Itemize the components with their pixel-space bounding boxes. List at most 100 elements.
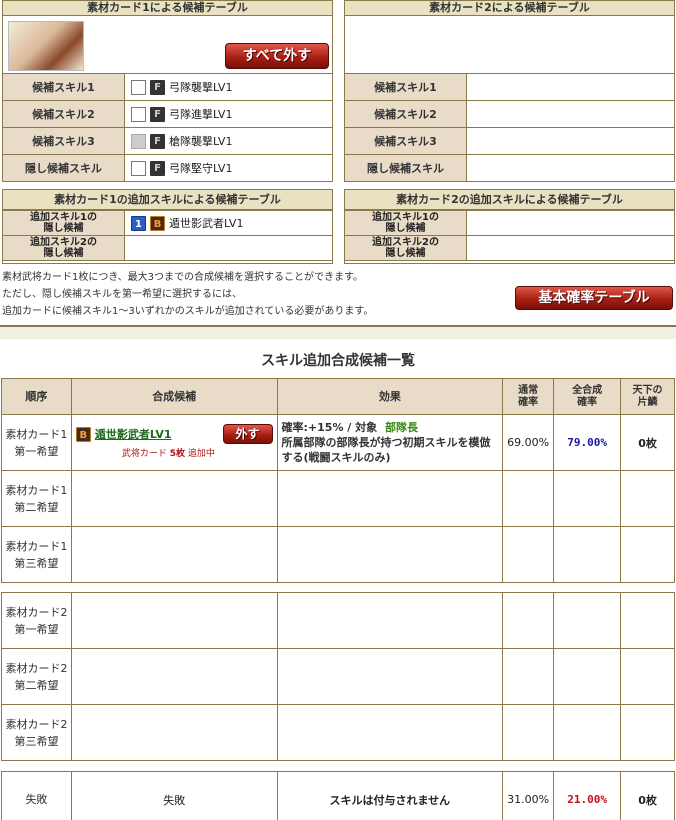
fail-normal-rate: 31.00% [502,771,555,820]
candidate-slot [70,470,278,527]
add-skill-number-badge: 1 [131,215,146,231]
header-normal-rate: 通常 確率 [502,378,555,415]
card1-skill3-checkbox [131,133,146,149]
card2-candidate-panel: 素材カード2による候補テーブル 候補スキル1 候補スキル2 候補スキル3 隠し候… [344,0,675,182]
card2-skill2-label: 候補スキル2 [344,100,467,128]
card1-add2-slot [124,235,333,261]
card1-skill1-label: 候補スキル1 [2,73,125,101]
row-order: 素材カード1 第一希望 [1,414,72,471]
note-line: 追加カードに候補スキル1〜3いずれかのスキルが追加されている必要があります。 [2,306,374,317]
card1-add1-hidden-label: 追加スキル1の 隠し候補 [2,210,125,236]
table-row: 素材カード2 第二希望 [1,648,675,705]
normal-rate-slot [502,592,555,649]
candidate-slot [70,648,278,705]
card1-skill3-name: 槍隊襲撃LV1 [169,135,233,148]
total-rate-slot [553,648,622,705]
list-title: スキル追加合成候補一覧 [261,353,415,369]
effect-rate: 確率:+15% / 対象 [281,421,378,434]
tenka-slot [620,592,675,649]
fail-effect: スキルは付与されません [276,771,504,820]
remove-all-button[interactable]: すべて外す [225,43,329,69]
added-cards-count: 5枚 [169,449,186,459]
rank-f-icon: F [150,106,165,122]
selection-notes: 素材武将カード1枚につき、最大3つまでの合成候補を選択することができます。 ただ… [2,270,502,319]
card1-panel-title: 素材カード1による候補テーブル [3,1,332,16]
card1-skill2-checkbox[interactable] [131,106,146,122]
candidate-slot [70,704,278,761]
total-rate: 79.00% [553,414,622,471]
table-row: 素材カード1 第一希望 B 遁世影武者LV1 武将カード 5枚 追加中 外す 確率… [1,414,675,471]
card1-additional-panel: 素材カード1の追加スキルによる候補テーブル 追加スキル1の 隠し候補 1 B 遁世影… [2,189,333,264]
card1-skill1-name: 弓隊襲撃LV1 [169,81,233,94]
table-row: 素材カード1 第二希望 [1,470,675,527]
section-divider [0,325,676,339]
normal-rate-slot [502,470,555,527]
candidate-skill-link[interactable]: 遁世影武者LV1 [95,428,172,441]
card1-add1-skill-name: 遁世影武者LV1 [169,217,244,230]
normal-rate-slot [502,526,555,583]
card2-add2-hidden-label: 追加スキル2の 隠し候補 [344,235,467,261]
row-order: 素材カード1 第三希望 [1,526,72,583]
card1-additional-title: 素材カード1の追加スキルによる候補テーブル [3,190,332,210]
tenka-slot [620,526,675,583]
row-order: 素材カード1 第二希望 [1,470,72,527]
card1-add2-hidden-label: 追加スキル2の 隠し候補 [2,235,125,261]
row-order: 素材カード2 第一希望 [1,592,72,649]
table-row: 素材カード2 第三希望 [1,704,675,761]
tenka-slot [620,470,675,527]
fail-candidate: 失敗 [70,771,278,820]
table-row: 素材カード1 第三希望 [1,526,675,583]
card1-hidden-skill-label: 隠し候補スキル [2,154,125,182]
effect-slot [276,592,504,649]
effect-slot [276,470,504,527]
fail-tenka-count: 0枚 [620,771,675,820]
card2-additional-panel: 素材カード2の追加スキルによる候補テーブル 追加スキル1の 隠し候補 追加スキル… [344,189,675,264]
candidate-table: 順序 合成候補 効果 通常 確率 全合成 確率 天下の 片鱗 素材カード1 第一… [1,378,675,583]
card1-skill2-label: 候補スキル2 [2,100,125,128]
added-cards-info: 武将カード 5枚 追加中 [76,446,273,459]
card1-hidden-skill-name: 弓隊堅守LV1 [169,162,233,175]
total-rate-slot [553,526,622,583]
total-rate-slot [553,470,622,527]
total-rate-slot [553,592,622,649]
row-order: 素材カード2 第二希望 [1,648,72,705]
card2-add1-hidden-label: 追加スキル1の 隠し候補 [344,210,467,236]
row-order: 素材カード2 第三希望 [1,704,72,761]
effect-slot [276,526,504,583]
base-rate-table-button[interactable]: 基本確率テーブル [515,286,673,310]
card1-skill1-checkbox[interactable] [131,79,146,95]
card2-additional-title: 素材カード2の追加スキルによる候補テーブル [345,190,674,210]
card2-add2-slot [466,235,675,261]
card2-hidden-skill-slot [466,154,675,182]
note-line: 素材武将カード1枚につき、最大3つまでの合成候補を選択することができます。 [2,272,364,283]
candidate-table-card2: 素材カード2 第一希望 素材カード2 第二希望 素材カード2 第三希望 [1,592,675,761]
tenka-slot [620,648,675,705]
added-cards-prefix: 武将カード [121,449,167,459]
card1-skill3-label: 候補スキル3 [2,127,125,155]
total-rate-slot [553,704,622,761]
card2-skill3-slot [466,127,675,155]
table-row: 失敗 失敗 スキルは付与されません 31.00% 21.00% 0枚 [1,771,675,820]
card2-hidden-skill-label: 隠し候補スキル [344,154,467,182]
card1-portrait[interactable] [8,21,84,71]
normal-rate-slot [502,648,555,705]
card2-skill1-label: 候補スキル1 [344,73,467,101]
fail-table: 失敗 失敗 スキルは付与されません 31.00% 21.00% 0枚 [1,771,675,820]
fail-order: 失敗 [1,771,72,820]
header-total-rate: 全合成 確率 [553,378,622,415]
card1-hidden-skill-checkbox[interactable] [131,160,146,176]
card2-skill1-slot [466,73,675,101]
remove-candidate-button[interactable]: 外す [222,424,273,444]
table-row: 素材カード2 第一希望 [1,592,675,649]
card2-skill3-label: 候補スキル3 [344,127,467,155]
tenka-slot [620,704,675,761]
header-order: 順序 [1,378,72,415]
candidate-slot [70,526,278,583]
rank-b-icon: B [75,426,91,442]
normal-rate: 69.00% [502,414,555,471]
tenka-count: 0枚 [620,414,675,471]
normal-rate-slot [502,704,555,761]
candidate-slot [70,592,278,649]
effect-slot [276,648,504,705]
card1-candidate-panel: 素材カード1による候補テーブル すべて外す 候補スキル1 F 弓隊襲撃LV1 候補… [2,0,333,182]
